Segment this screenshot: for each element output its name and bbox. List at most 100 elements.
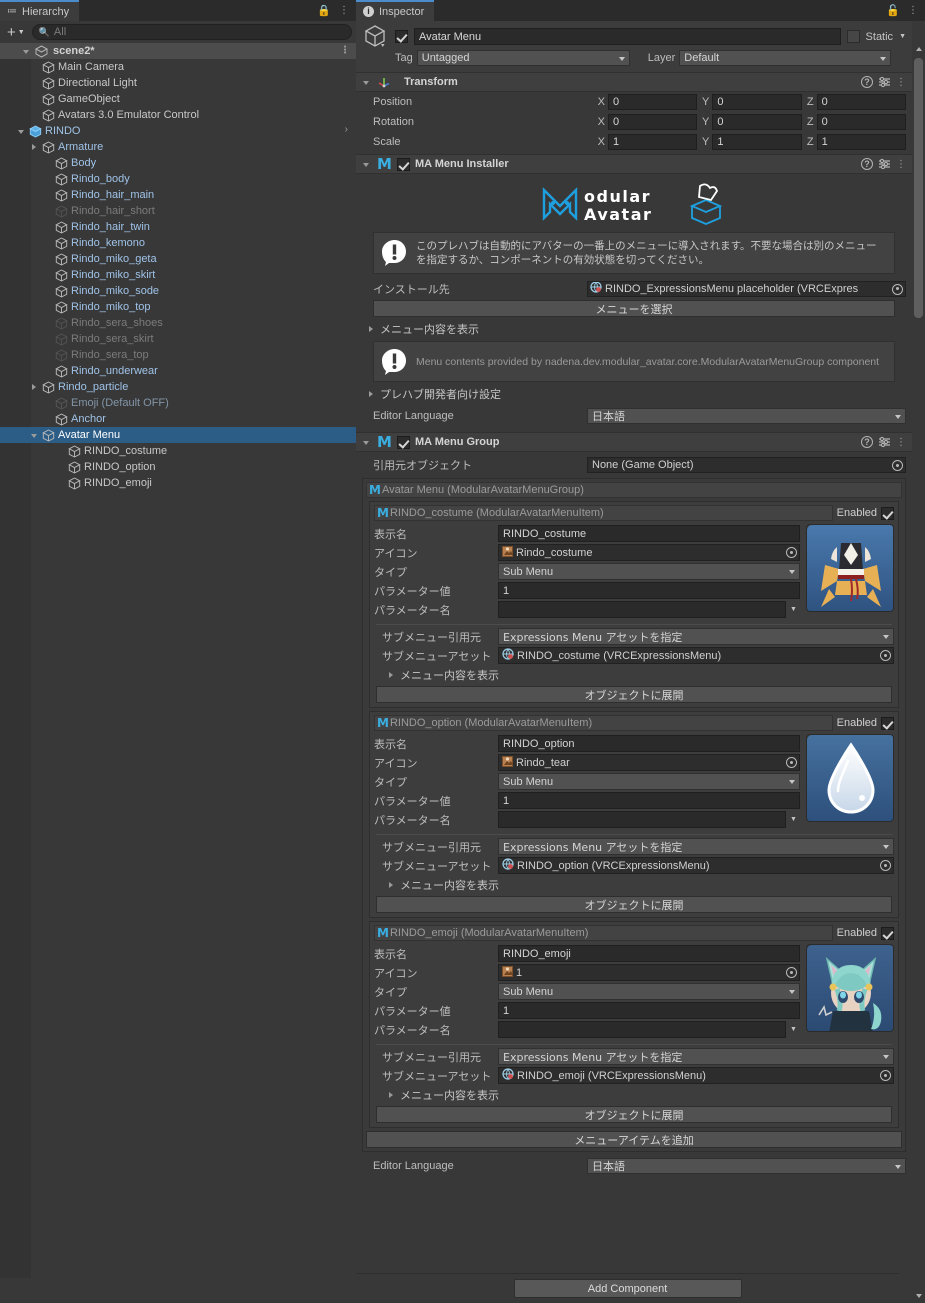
hierarchy-row-emoji-default-off[interactable]: Emoji (Default OFF) xyxy=(0,395,356,411)
icon-field[interactable]: Rindo_tear xyxy=(498,754,800,771)
rotation-x-input[interactable]: 0 xyxy=(608,114,698,130)
rotation-y-input[interactable]: 0 xyxy=(712,114,802,130)
kebab-menu-icon[interactable]: ⋮ xyxy=(896,159,906,169)
add-component-button[interactable]: Add Component xyxy=(513,1279,742,1298)
menu-group-foldout-arrow[interactable] xyxy=(361,437,372,448)
object-picker-icon[interactable] xyxy=(892,460,903,471)
submenu-source-dropdown[interactable]: Expressions Menu アセットを指定 xyxy=(498,838,894,855)
select-menu-button[interactable]: メニューを選択 xyxy=(373,300,895,317)
source-object-field[interactable]: None (Game Object) xyxy=(587,457,906,473)
help-icon[interactable]: ? xyxy=(861,76,873,88)
kebab-menu-icon[interactable]: ⋮ xyxy=(896,437,906,447)
hierarchy-row-rindo-costume[interactable]: RINDO_costume xyxy=(0,443,356,459)
hierarchy-row-body[interactable]: Body xyxy=(0,155,356,171)
help-icon[interactable]: ? xyxy=(861,158,873,170)
type-dropdown[interactable]: Sub Menu xyxy=(498,773,800,790)
install-target-field[interactable]: RINDO_ExpressionsMenu placeholder (VRCEx… xyxy=(587,280,906,297)
hierarchy-row-rindo-sera-skirt[interactable]: Rindo_sera_skirt xyxy=(0,331,356,347)
transform-component-header[interactable]: Transform ? ⋮ xyxy=(356,72,912,92)
submenu-source-dropdown[interactable]: Expressions Menu アセットを指定 xyxy=(498,628,894,645)
transform-foldout-arrow[interactable] xyxy=(361,77,372,88)
param-name-input[interactable] xyxy=(498,811,786,828)
object-picker-icon[interactable] xyxy=(786,757,797,768)
extract-to-object-button[interactable]: オブジェクトに展開 xyxy=(376,686,892,703)
gameobject-enabled-checkbox[interactable] xyxy=(395,30,408,43)
menu-installer-enabled-checkbox[interactable] xyxy=(396,157,410,171)
param-name-dropdown-arrow[interactable]: ▼ xyxy=(790,1026,800,1033)
kebab-menu-icon[interactable]: ⋮ xyxy=(908,6,918,16)
scroll-down-arrow[interactable] xyxy=(912,1290,925,1303)
gameobject-cube-icon[interactable] xyxy=(362,23,389,50)
menu-item-show-contents-foldout[interactable]: メニュー内容を表示 xyxy=(374,665,894,686)
hierarchy-row-rindo-miko-skirt[interactable]: Rindo_miko_skirt xyxy=(0,267,356,283)
gameobject-name-field[interactable]: Avatar Menu xyxy=(414,28,841,45)
hierarchy-row-avatars-3-0-emulator-control[interactable]: Avatars 3.0 Emulator Control xyxy=(0,107,356,123)
hierarchy-row-rindo-option[interactable]: RINDO_option xyxy=(0,459,356,475)
hierarchy-row-rindo-hair-twin[interactable]: Rindo_hair_twin xyxy=(0,219,356,235)
create-button[interactable]: + ▼ xyxy=(4,24,28,41)
menu-item-show-contents-foldout[interactable]: メニュー内容を表示 xyxy=(374,875,894,896)
hierarchy-row-rindo-miko-sode[interactable]: Rindo_miko_sode xyxy=(0,283,356,299)
scrollbar-thumb[interactable] xyxy=(914,58,923,318)
chevron-right-icon[interactable]: › xyxy=(345,124,348,135)
hierarchy-row-rindo[interactable]: RINDO › xyxy=(0,123,356,139)
hierarchy-row-rindo-kemono[interactable]: Rindo_kemono xyxy=(0,235,356,251)
static-dropdown-arrow[interactable]: ▼ xyxy=(899,33,906,40)
lock-icon[interactable]: 🔒 xyxy=(317,4,331,17)
menu-item-object-field[interactable]: M RINDO_option (ModularAvatarMenuItem) xyxy=(374,715,833,731)
display-name-input[interactable]: RINDO_option xyxy=(498,735,800,752)
tag-dropdown[interactable]: Untagged xyxy=(416,50,630,66)
hierarchy-row-rindo-miko-geta[interactable]: Rindo_miko_geta xyxy=(0,251,356,267)
param-name-dropdown-arrow[interactable]: ▼ xyxy=(790,606,800,613)
expand-arrow[interactable] xyxy=(29,382,40,393)
layer-dropdown[interactable]: Default xyxy=(679,50,892,66)
type-dropdown[interactable]: Sub Menu xyxy=(498,983,800,1000)
hierarchy-row-rindo-sera-shoes[interactable]: Rindo_sera_shoes xyxy=(0,315,356,331)
menu-item-object-field[interactable]: M RINDO_emoji (ModularAvatarMenuItem) xyxy=(374,925,833,941)
hierarchy-row-avatar-menu[interactable]: Avatar Menu xyxy=(0,427,356,443)
extract-to-object-button[interactable]: オブジェクトに展開 xyxy=(376,1106,892,1123)
param-name-input[interactable] xyxy=(498,601,786,618)
type-dropdown[interactable]: Sub Menu xyxy=(498,563,800,580)
static-checkbox[interactable] xyxy=(846,30,860,43)
menu-item-show-contents-foldout[interactable]: メニュー内容を表示 xyxy=(374,1085,894,1106)
hierarchy-row-rindo-emoji[interactable]: RINDO_emoji xyxy=(0,475,356,491)
scene-expand-arrow[interactable] xyxy=(21,46,32,57)
param-name-input[interactable] xyxy=(498,1021,786,1038)
scale-z-input[interactable]: 1 xyxy=(816,134,906,150)
param-value-input[interactable]: 1 xyxy=(498,792,800,809)
hierarchy-row-rindo-hair-main[interactable]: Rindo_hair_main xyxy=(0,187,356,203)
param-name-dropdown-arrow[interactable]: ▼ xyxy=(790,816,800,823)
preset-icon[interactable] xyxy=(878,158,891,170)
menu-installer-foldout-arrow[interactable] xyxy=(361,159,372,170)
object-picker-icon[interactable] xyxy=(880,860,891,871)
menu-item-object-field[interactable]: M RINDO_costume (ModularAvatarMenuItem) xyxy=(374,505,833,521)
preset-icon[interactable] xyxy=(878,76,891,88)
submenu-asset-field[interactable]: RINDO_costume (VRCExpressionsMenu) xyxy=(498,647,894,664)
menu-group-enabled-checkbox[interactable] xyxy=(396,435,410,449)
object-picker-icon[interactable] xyxy=(880,1070,891,1081)
kebab-menu-icon[interactable]: ⋮ xyxy=(339,6,349,16)
submenu-source-dropdown[interactable]: Expressions Menu アセットを指定 xyxy=(498,1048,894,1065)
hierarchy-row-gameobject[interactable]: GameObject xyxy=(0,91,356,107)
scene-kebab-menu-icon[interactable]: ⋮ xyxy=(340,46,350,56)
kebab-menu-icon[interactable]: ⋮ xyxy=(896,77,906,87)
menu-item-enabled-checkbox[interactable] xyxy=(881,506,894,520)
preset-icon[interactable] xyxy=(878,436,891,448)
hierarchy-row-rindo-hair-short[interactable]: Rindo_hair_short xyxy=(0,203,356,219)
expand-arrow[interactable] xyxy=(16,126,27,137)
hierarchy-row-directional-light[interactable]: Directional Light xyxy=(0,75,356,91)
position-x-input[interactable]: 0 xyxy=(608,94,698,110)
expand-arrow[interactable] xyxy=(29,430,40,441)
add-menu-item-button[interactable]: メニューアイテムを追加 xyxy=(366,1131,902,1148)
rotation-z-input[interactable]: 0 xyxy=(816,114,906,130)
submenu-asset-field[interactable]: RINDO_option (VRCExpressionsMenu) xyxy=(498,857,894,874)
position-y-input[interactable]: 0 xyxy=(712,94,802,110)
icon-field[interactable]: Rindo_costume xyxy=(498,544,800,561)
icon-field[interactable]: 1 xyxy=(498,964,800,981)
menu-group-header[interactable]: M MA Menu Group ? ⋮ xyxy=(356,432,912,452)
inspector-scrollbar[interactable] xyxy=(912,42,925,1303)
menu-group-object-header[interactable]: M Avatar Menu (ModularAvatarMenuGroup) xyxy=(366,482,902,498)
object-picker-icon[interactable] xyxy=(786,967,797,978)
group-editor-language-dropdown[interactable]: 日本語 xyxy=(587,1157,906,1174)
